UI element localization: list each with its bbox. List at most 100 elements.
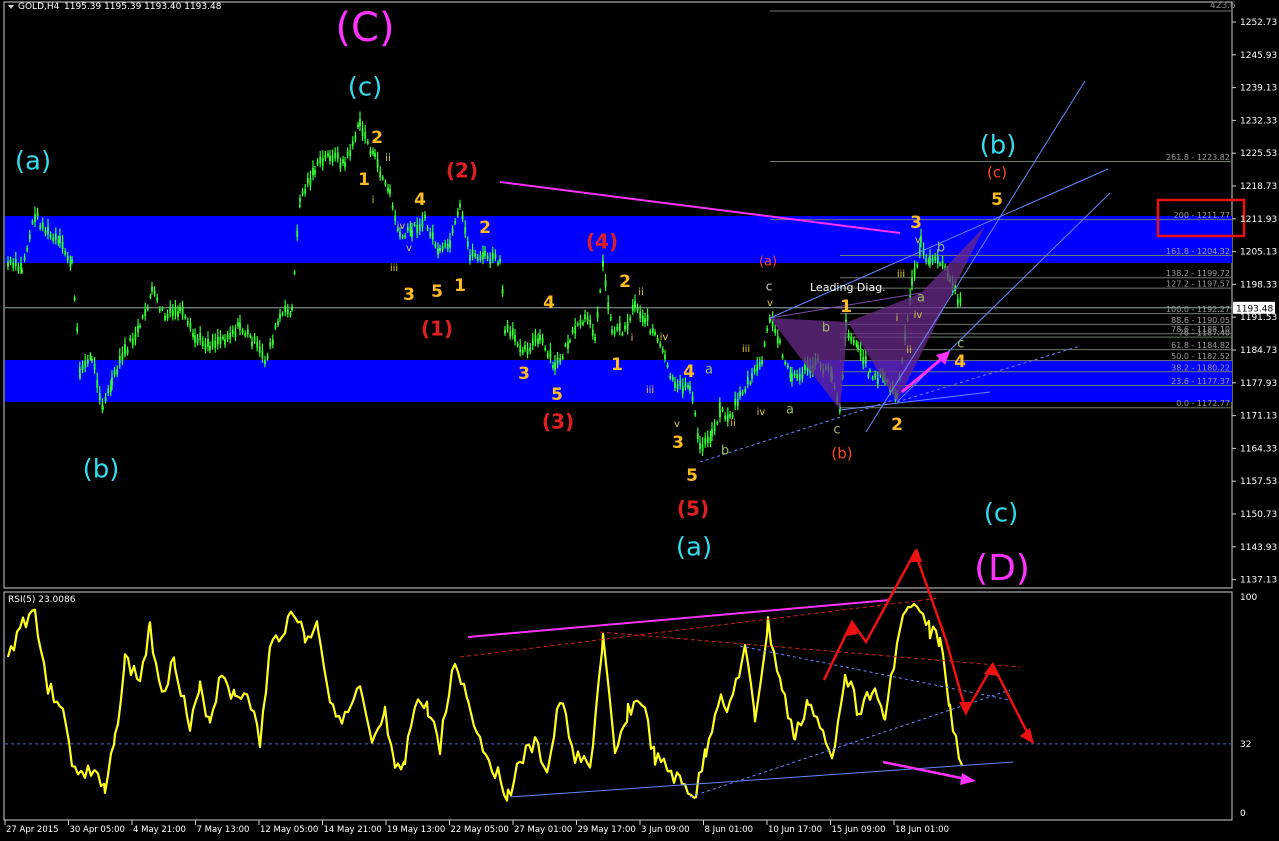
wave-label: 4	[954, 352, 966, 372]
candle-body	[586, 316, 589, 322]
candle-body	[381, 177, 384, 180]
wave-label: (c)	[348, 73, 383, 103]
candle-body	[574, 325, 577, 334]
candle-body	[401, 236, 404, 239]
fib-label: 76 - 1187.40	[1179, 329, 1230, 338]
candle-body	[9, 259, 12, 264]
candle-body	[93, 363, 96, 370]
candle-body	[694, 412, 697, 416]
wave-label: 2	[619, 272, 631, 292]
candle-body	[306, 177, 309, 184]
candle-body	[274, 325, 277, 329]
candle-body	[911, 277, 913, 286]
candle-body	[434, 244, 437, 247]
fib-retracement[interactable]: 261.8 - 1223.82 200 - 1211.77 161.8 - 1204…	[5, 10, 1232, 409]
candle-body	[224, 339, 226, 345]
candle-body	[744, 388, 747, 392]
candle-body	[404, 235, 407, 238]
candle-body	[39, 225, 42, 229]
candle-body	[539, 334, 541, 341]
price-tick-label: 1198.33	[1240, 280, 1277, 290]
candle-body	[354, 135, 357, 140]
candle-body	[349, 150, 352, 157]
candle-body	[339, 162, 342, 169]
wave-label: 1	[358, 170, 370, 190]
candle-body	[361, 128, 364, 137]
fib-label: 50.0 - 1182.52	[1171, 352, 1230, 361]
candle-body	[689, 385, 691, 391]
candle-body	[314, 170, 316, 175]
candle-body	[279, 313, 281, 319]
rsi-indicator	[5, 602, 1232, 802]
wave-label: (b)	[980, 131, 1017, 161]
candle-body	[674, 382, 676, 388]
wave-label: i	[631, 333, 634, 344]
candle-body	[84, 360, 87, 368]
candle-body	[304, 188, 307, 194]
candle-body	[189, 323, 192, 329]
candle-body	[293, 271, 296, 274]
candle-body	[76, 327, 79, 332]
chart-svg[interactable]: 261.8 - 1223.82 200 - 1211.77 161.8 - 1204…	[0, 0, 1279, 841]
candle-body	[149, 295, 152, 298]
candle-body	[421, 219, 424, 227]
candle-body	[749, 382, 752, 385]
candle-body	[186, 321, 189, 325]
candle-body	[261, 350, 264, 359]
candle-body	[549, 350, 552, 359]
candle-body	[209, 345, 211, 351]
candle-body	[399, 231, 401, 237]
candle-body	[256, 341, 259, 348]
candle-body	[734, 398, 737, 406]
candle-body	[789, 372, 792, 379]
fib-label: 100.0 - 1192.27	[1166, 305, 1230, 314]
candle-body	[859, 348, 862, 357]
candle-body	[169, 306, 172, 314]
top-level-label: 423.6	[1210, 1, 1236, 11]
candle-body	[316, 161, 319, 165]
candle-body	[181, 307, 184, 315]
candle-body	[461, 214, 464, 220]
candle-body	[113, 370, 116, 375]
candle-body	[389, 189, 391, 195]
candle-body	[331, 155, 334, 162]
price-tick-label: 1232.33	[1240, 116, 1277, 126]
wave-label: v	[915, 235, 921, 246]
candle-body	[281, 313, 284, 316]
candle-body	[86, 359, 89, 364]
candle-body	[852, 340, 855, 344]
fib-label: 38.2 - 1180.22	[1171, 363, 1230, 372]
candle-body	[59, 235, 61, 244]
trendlines-price[interactable]	[499, 80, 1246, 463]
candle-body	[459, 203, 461, 208]
candle-body	[934, 256, 937, 261]
candle-body	[594, 337, 596, 341]
wave-label: 3	[672, 433, 684, 453]
candle-body	[654, 331, 656, 335]
candle-body	[237, 322, 239, 327]
candle-body	[231, 329, 234, 335]
candle-body	[499, 258, 501, 263]
candle-body	[569, 340, 571, 343]
candle-body	[929, 256, 931, 264]
candle-body	[258, 346, 261, 353]
candle-body	[571, 329, 574, 333]
candle-body	[91, 358, 93, 362]
candle-body	[17, 266, 20, 272]
candle-body	[862, 357, 865, 365]
current-price-label: 1193.48	[1236, 304, 1273, 314]
wave-label: c	[833, 423, 840, 438]
candle-body	[441, 246, 444, 250]
wave-label: iii	[742, 344, 750, 355]
time-tick-label: 18 Jun 01:00	[895, 825, 949, 835]
candle-body	[216, 336, 219, 345]
candle-body	[669, 375, 672, 379]
wave-label: iii	[897, 269, 905, 280]
trendlines-rsi[interactable]	[459, 548, 1034, 798]
dropdown-icon[interactable]	[8, 5, 14, 9]
price-tick-label: 1164.33	[1240, 444, 1277, 454]
wave-label: ii	[906, 345, 912, 356]
rsi-red-dashed-2	[599, 631, 1021, 668]
candle-body	[784, 361, 787, 365]
candle-body	[137, 325, 139, 333]
